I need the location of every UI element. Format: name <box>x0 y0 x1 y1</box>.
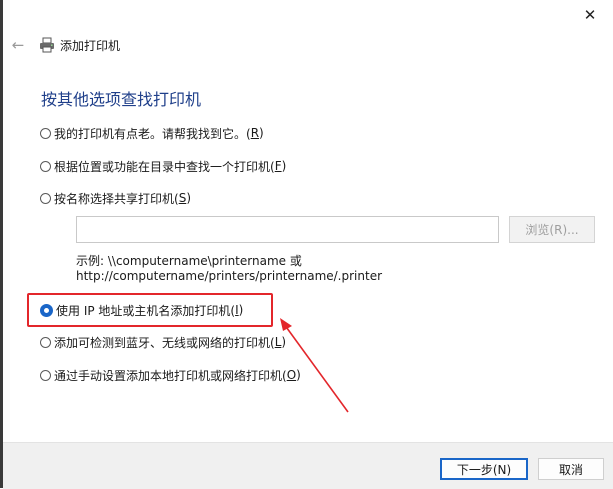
title-bar: ✕ <box>3 0 613 30</box>
example-text-line2: http://computername/printers/printername… <box>76 269 383 283</box>
back-arrow-icon[interactable]: ← <box>9 36 27 54</box>
option-find-in-directory[interactable]: 根据位置或功能在目录中查找一个打印机(F) <box>40 157 286 175</box>
option-bluetooth-wireless-network[interactable]: 添加可检测到蓝牙、无线或网络的打印机(L) <box>40 333 286 351</box>
printer-icon <box>40 37 54 53</box>
option-hotkey: F <box>274 159 282 173</box>
example-text-line1: 示例: \\computername\printername 或 <box>76 254 302 268</box>
option-label: 根据位置或功能在目录中查找一个打印机( <box>54 159 275 174</box>
option-label-suffix: ) <box>259 126 264 140</box>
window-left-edge <box>0 0 3 488</box>
browse-button[interactable]: 浏览(R)... <box>509 216 595 243</box>
annotation-arrow <box>280 318 349 413</box>
radio-button[interactable] <box>40 127 51 139</box>
option-label: 我的打印机有点老。请帮我找到它。( <box>54 126 251 141</box>
close-icon[interactable]: ✕ <box>567 0 613 30</box>
radio-button[interactable] <box>40 192 51 204</box>
annotation-highlight-box <box>27 293 273 327</box>
cancel-button[interactable]: 取消 <box>538 458 604 480</box>
option-shared-by-name[interactable]: 按名称选择共享打印机(S) <box>40 189 191 207</box>
option-label-suffix: ) <box>186 191 191 205</box>
shared-printer-name-input[interactable] <box>76 216 499 243</box>
option-label: 按名称选择共享打印机( <box>54 191 179 206</box>
option-hotkey: R <box>250 126 260 140</box>
radio-button[interactable] <box>40 369 51 381</box>
window-title: 添加打印机 <box>60 39 121 53</box>
option-hotkey: S <box>178 191 187 205</box>
option-manual-local-network[interactable]: 通过手动设置添加本地打印机或网络打印机(O) <box>40 366 301 384</box>
option-old-printer[interactable]: 我的打印机有点老。请帮我找到它。(R) <box>40 124 264 142</box>
option-label: 添加可检测到蓝牙、无线或网络的打印机( <box>54 335 275 350</box>
option-label-suffix: ) <box>281 159 287 173</box>
radio-button[interactable] <box>40 160 51 172</box>
next-button[interactable]: 下一步(N) <box>440 458 528 480</box>
page-heading: 按其他选项查找打印机 <box>41 90 202 109</box>
option-label: 通过手动设置添加本地打印机或网络打印机( <box>54 368 287 383</box>
radio-button[interactable] <box>40 336 51 348</box>
